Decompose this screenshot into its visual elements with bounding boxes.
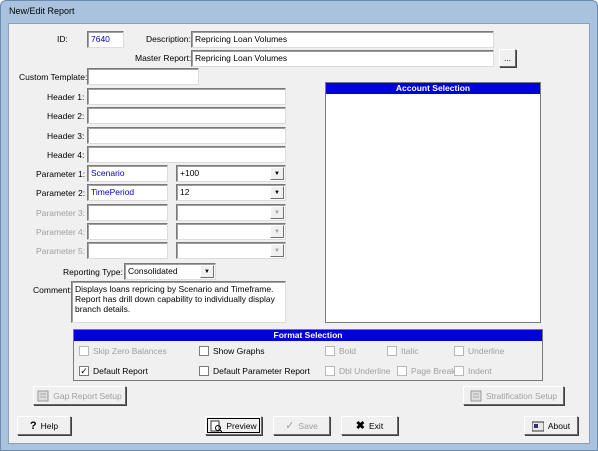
report-window: New/Edit Report ID: 7640 Description: Re…: [0, 0, 598, 451]
preview-icon: [210, 420, 223, 432]
comment-label: Comment:: [33, 285, 73, 295]
header4-field[interactable]: [87, 146, 286, 163]
master-report-field[interactable]: Repricing Loan Volumes: [191, 50, 494, 67]
save-label: Save: [298, 420, 318, 431]
description-field[interactable]: Repricing Loan Volumes: [191, 31, 494, 48]
account-selection-title: Account Selection: [326, 83, 540, 94]
description-label: Description:: [146, 34, 191, 44]
help-label: Help: [40, 420, 59, 431]
param3-label: Parameter 3:: [36, 208, 86, 218]
param4-label: Parameter 4:: [36, 227, 86, 237]
custom-template-label: Custom Template:: [19, 72, 88, 82]
param2-select-value: 12: [180, 187, 190, 197]
bold-label: Bold: [339, 346, 357, 356]
underline-checkbox: Underline: [454, 346, 504, 356]
about-icon: [531, 420, 545, 432]
close-icon: ✖: [355, 420, 366, 432]
title-bar: New/Edit Report: [1, 1, 597, 23]
dbl-underline-checkbox: Dbl Underline: [325, 366, 391, 376]
param5-label: Parameter 5:: [36, 246, 86, 256]
header4-label: Header 4:: [47, 150, 85, 160]
chevron-down-icon[interactable]: ▼: [270, 167, 284, 180]
chevron-down-icon: ▼: [270, 244, 284, 257]
reporting-type-select[interactable]: Consolidated ▼: [124, 263, 216, 280]
window-title: New/Edit Report: [9, 6, 75, 16]
param1-field[interactable]: Scenario: [87, 165, 168, 182]
header3-field[interactable]: [87, 127, 286, 144]
show-graphs-checkbox[interactable]: Show Graphs: [199, 346, 265, 356]
default-param-report-label: Default Parameter Report: [213, 366, 310, 376]
underline-label: Underline: [468, 346, 505, 356]
default-report-checkbox[interactable]: ✓ Default Report: [79, 366, 148, 376]
skip-zero-checkbox: Skip Zero Balances: [79, 346, 167, 356]
chevron-down-icon[interactable]: ▼: [270, 186, 284, 199]
exit-label: Exit: [369, 420, 384, 431]
exit-button[interactable]: ✖ Exit: [341, 416, 398, 435]
check-icon: ✓: [79, 366, 89, 376]
italic-checkbox: Italic: [387, 346, 418, 356]
chevron-down-icon: ▼: [270, 206, 284, 219]
save-button: ✓ Save: [273, 416, 330, 435]
custom-template-field[interactable]: [87, 68, 199, 85]
page-break-label: Page Break: [411, 366, 456, 376]
browse-master-button[interactable]: ...: [499, 49, 516, 67]
master-report-label: Master Report:: [135, 53, 192, 63]
header1-label: Header 1:: [47, 92, 85, 102]
reporting-type-value: Consolidated: [128, 266, 178, 276]
format-selection-title: Format Selection: [74, 330, 542, 341]
param3-select: ▼: [176, 204, 286, 221]
header2-label: Header 2:: [47, 111, 85, 121]
stratification-setup-button: Stratification Setup: [463, 386, 564, 405]
param5-select: ▼: [176, 242, 286, 259]
header2-field[interactable]: [87, 107, 286, 124]
dialog-client: ID: 7640 Description: Repricing Loan Vol…: [8, 23, 590, 444]
header1-field[interactable]: [87, 88, 286, 105]
about-label: About: [547, 420, 571, 431]
comment-field[interactable]: Displays loans repricing by Scenario and…: [71, 281, 286, 323]
param3-field: [87, 204, 168, 221]
report-icon: [470, 390, 482, 402]
param5-field: [87, 242, 168, 259]
italic-label: Italic: [401, 346, 419, 356]
preview-button[interactable]: Preview: [205, 416, 262, 435]
chevron-down-icon: ▼: [270, 225, 284, 238]
param4-select: ▼: [176, 223, 286, 240]
help-button[interactable]: ? Help: [17, 416, 71, 435]
default-report-label: Default Report: [93, 366, 148, 376]
about-button[interactable]: About: [524, 416, 578, 435]
stratification-setup-label: Stratification Setup: [485, 390, 558, 401]
report-icon: [37, 390, 49, 402]
param2-label: Parameter 2:: [36, 188, 86, 198]
gap-report-setup-label: Gap Report Setup: [53, 390, 122, 401]
check-icon: ✓: [285, 420, 295, 432]
help-icon: ?: [29, 419, 37, 432]
reporting-type-label: Reporting Type:: [63, 267, 123, 277]
account-selection-panel[interactable]: Account Selection: [325, 82, 541, 323]
preview-label: Preview: [226, 420, 257, 431]
param1-label: Parameter 1:: [36, 169, 86, 179]
gap-report-setup-button: Gap Report Setup: [33, 386, 126, 405]
show-graphs-label: Show Graphs: [213, 346, 265, 356]
param1-select[interactable]: +100 ▼: [176, 165, 286, 182]
param4-field: [87, 223, 168, 240]
chevron-down-icon[interactable]: ▼: [200, 265, 214, 278]
browse-label: ...: [503, 53, 512, 63]
header3-label: Header 3:: [47, 131, 85, 141]
id-field[interactable]: 7640: [87, 31, 124, 48]
dbl-underline-label: Dbl Underline: [339, 366, 391, 376]
skip-zero-label: Skip Zero Balances: [93, 346, 167, 356]
bold-checkbox: Bold: [325, 346, 356, 356]
param2-select[interactable]: 12 ▼: [176, 184, 286, 201]
page-break-checkbox: Page Break: [397, 366, 455, 376]
param2-field[interactable]: TimePeriod: [87, 184, 168, 201]
id-label: ID:: [57, 34, 68, 44]
param1-select-value: +100: [180, 168, 200, 178]
indent-label: Indent: [468, 366, 492, 376]
indent-checkbox: Indent: [454, 366, 492, 376]
format-selection-panel: Format Selection Skip Zero Balances Show…: [73, 329, 543, 381]
default-param-report-checkbox[interactable]: Default Parameter Report: [199, 366, 310, 376]
